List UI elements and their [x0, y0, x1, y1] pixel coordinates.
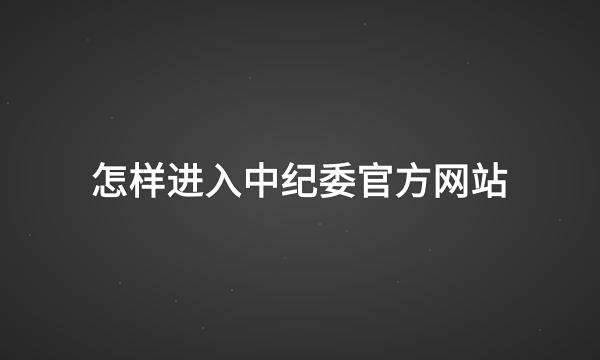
page-title: 怎样进入中纪委官方网站 — [91, 160, 509, 203]
title-banner: 怎样进入中纪委官方网站 — [0, 0, 600, 360]
